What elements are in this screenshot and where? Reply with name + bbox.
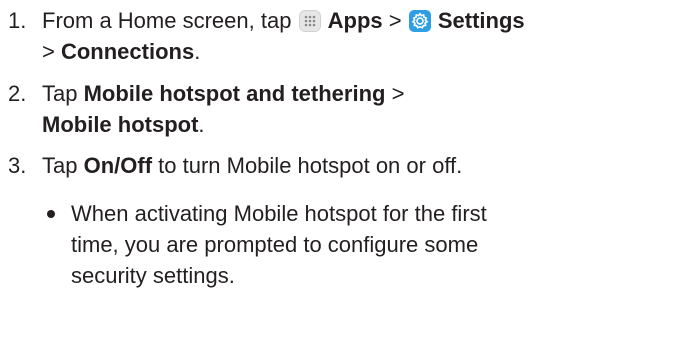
- step-suffix: to turn Mobile hotspot on or off.: [152, 153, 463, 178]
- step-suffix: .: [194, 39, 201, 64]
- on-off-label: On/Off: [83, 153, 153, 178]
- hotspot-tethering-label: Mobile hotspot and tethering: [83, 81, 386, 106]
- settings-gear-icon: [408, 10, 431, 32]
- step-prefix: Tap: [42, 81, 84, 106]
- connections-label: Connections: [60, 39, 195, 64]
- step-suffix: .: [198, 112, 205, 137]
- bullet-dot-icon: [47, 210, 55, 218]
- step-number: 1.: [8, 8, 27, 33]
- bullet-text: When activating Mobile hotspot for the f…: [71, 201, 487, 288]
- step-prefix: Tap: [42, 153, 84, 178]
- apps-icon: [298, 10, 321, 32]
- step-prefix: From a Home screen, tap: [42, 8, 298, 33]
- step-text: From a Home screen, tap Apps > Settings >…: [42, 5, 677, 67]
- separator: >: [385, 81, 405, 106]
- step-number: 2.: [8, 81, 27, 106]
- step-number: 3.: [8, 153, 27, 178]
- instruction-document: 1. From a Home screen, tap Apps > Settin…: [0, 0, 681, 349]
- step-text: Tap Mobile hotspot and tethering > Mobile…: [42, 78, 677, 140]
- step-text: Tap On/Off to turn Mobile hotspot on or …: [42, 150, 677, 181]
- separator: >: [382, 8, 408, 33]
- apps-label: Apps: [327, 8, 383, 33]
- settings-label: Settings: [437, 8, 525, 33]
- mobile-hotspot-label: Mobile hotspot: [42, 112, 199, 137]
- separator: >: [42, 39, 61, 64]
